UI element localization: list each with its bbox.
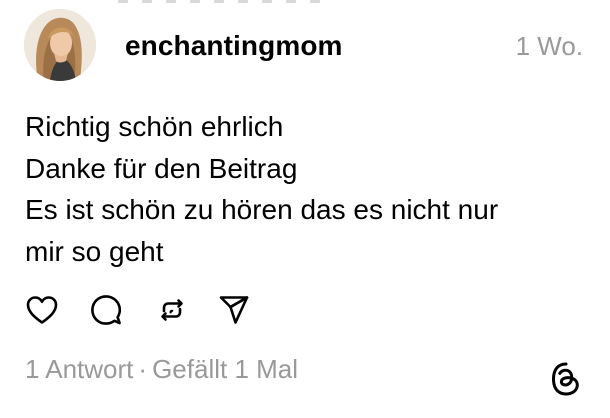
send-icon (219, 296, 249, 324)
post-stats: 1 Antwort · Gefällt 1 Mal (25, 354, 298, 385)
like-count[interactable]: Gefällt 1 Mal (152, 354, 298, 384)
like-button[interactable] (24, 292, 60, 328)
avatar-image (24, 9, 96, 81)
post-line: mir so geht (25, 235, 164, 267)
previous-post-fragment (118, 0, 338, 3)
post-line: Richtig schön ehrlich (25, 111, 284, 142)
repost-icon (161, 299, 183, 321)
reply-button[interactable] (88, 292, 124, 328)
repost-button[interactable] (154, 292, 190, 328)
post-text: Richtig schön ehrlich Danke für den Beit… (25, 106, 585, 272)
share-button[interactable] (216, 292, 252, 328)
stats-separator: · (138, 354, 148, 384)
username[interactable]: enchantingmom (125, 30, 343, 62)
post-timestamp: 1 Wo. (515, 31, 583, 61)
avatar[interactable] (24, 9, 96, 81)
threads-logo-icon (548, 361, 584, 397)
comment-icon (91, 295, 122, 325)
reply-count[interactable]: 1 Antwort (25, 354, 133, 384)
post-line: Es ist schön zu hören das es nicht nur (25, 194, 499, 225)
heart-icon (26, 296, 58, 324)
post-line: Danke für den Beitrag (25, 152, 298, 184)
